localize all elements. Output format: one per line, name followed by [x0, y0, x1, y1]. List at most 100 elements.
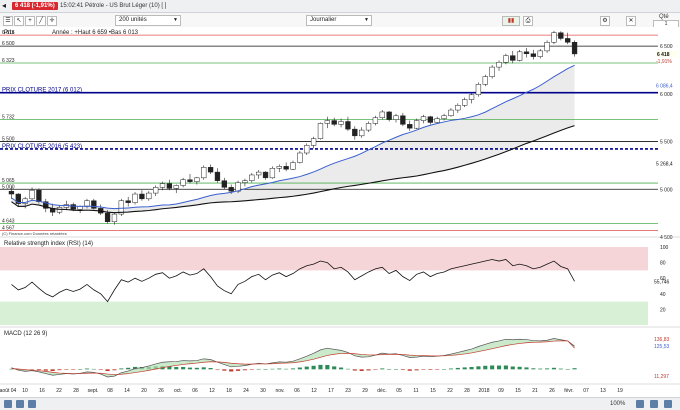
candle: [146, 192, 152, 200]
candle: [571, 42, 578, 55]
macd-histogram-bar: [91, 368, 96, 370]
zoom-out-icon[interactable]: [636, 400, 644, 408]
candle: [214, 171, 221, 181]
fullscreen-icon[interactable]: [650, 400, 658, 408]
macd-histogram-bar: [414, 369, 419, 371]
candle: [448, 109, 454, 117]
chevron-down-icon: ▼: [173, 17, 178, 23]
macd-histogram-bar: [469, 367, 474, 370]
macd-histogram-bar: [490, 365, 495, 370]
price-badge: 6 418 (-1,91%): [12, 2, 58, 10]
zoom-in-icon[interactable]: [28, 400, 36, 408]
price-panel[interactable]: Prix Année : +Haut 6 659 •Bas 6 013(C) Fi…: [0, 27, 680, 241]
close-icon[interactable]: ✕: [626, 16, 636, 26]
x-tick-label: févr.: [564, 388, 573, 394]
units-select[interactable]: 200 unités ▼: [115, 15, 181, 26]
candle: [159, 183, 166, 188]
x-tick-label: 14: [124, 388, 130, 394]
x-tick-label: 15: [515, 388, 521, 394]
period-select[interactable]: Journalier ▼: [306, 15, 372, 26]
candle: [462, 99, 468, 106]
app-window: ◂ 6 418 (-1,91%) 15:02:41 Pétrole - US B…: [0, 0, 680, 410]
candle: [173, 185, 179, 189]
candle: [194, 177, 200, 182]
x-tick-label: 20: [141, 388, 147, 394]
candle: [420, 116, 427, 121]
menu-icon[interactable]: ☰: [3, 16, 13, 26]
candle: [365, 123, 372, 131]
x-tick-label: déc.: [377, 388, 386, 394]
macd-histogram-bar: [98, 369, 103, 370]
macd-histogram-bar: [249, 369, 254, 370]
candle: [228, 187, 234, 192]
candle: [242, 180, 248, 183]
macd-histogram-bar: [565, 369, 570, 370]
candle: [352, 128, 358, 137]
level-label: 5 000: [2, 184, 15, 190]
candle: [407, 124, 413, 129]
x-tick-label: 06: [294, 388, 300, 394]
macd-histogram-bar: [510, 366, 515, 370]
x-tick-label: 06: [192, 388, 198, 394]
macd-last-label: 136,83: [654, 337, 670, 343]
units-select-value: 200 unités: [119, 17, 147, 23]
x-tick-label: 22: [447, 388, 453, 394]
x-tick-label: 17: [328, 388, 334, 394]
macd-histogram-bar: [119, 368, 124, 370]
x-tick-label: 16: [39, 388, 45, 394]
macd-histogram-bar: [400, 369, 405, 370]
chart-area[interactable]: Prix Année : +Haut 6 659 •Bas 6 013(C) Fi…: [0, 27, 680, 397]
chevron-down-icon: ▼: [364, 17, 369, 23]
rsi-overbought-zone: [0, 247, 648, 271]
macd-signal-last-label: 125,53: [654, 344, 670, 350]
x-tick-label: 28: [73, 388, 79, 394]
x-tick-label: 2018: [478, 388, 489, 394]
chart-toolbar: ☰ ↖ + ╱ ✛ 200 unités ▼ Journalier ▼ ▮▮ ⎙…: [0, 13, 680, 28]
macd-histogram-bar: [359, 369, 364, 371]
x-tick-label: 07: [583, 388, 589, 394]
candle: [317, 123, 324, 139]
print-icon[interactable]: ⎙: [523, 16, 533, 26]
rsi-ytick-label: 100: [660, 245, 669, 251]
scroll-left-icon[interactable]: [4, 400, 12, 408]
x-tick-label: 21: [532, 388, 538, 394]
macd-histogram-bar: [105, 369, 110, 372]
period-select-value: Journalier: [310, 17, 337, 23]
macd-histogram-bar: [442, 369, 447, 370]
last-change-label: -1,91%: [656, 59, 672, 65]
level-label: 6 615: [2, 30, 15, 36]
macd-histogram-bar: [222, 369, 227, 371]
macd-histogram-bar: [393, 369, 399, 370]
candle: [496, 62, 502, 68]
macd-histogram-bar: [242, 369, 247, 371]
x-tick-label: 28: [464, 388, 470, 394]
x-tick-label: 12: [311, 388, 317, 394]
macd-histogram-bar: [174, 367, 179, 370]
macd-histogram-bar: [380, 368, 385, 370]
candle: [482, 76, 488, 85]
candle: [523, 51, 530, 54]
candles-icon[interactable]: ▮▮: [502, 16, 520, 26]
price-ytick-label: 6 000: [660, 92, 673, 98]
level-label: PRIX CLOTURE 2016 (5 423): [2, 144, 82, 150]
candle: [427, 116, 434, 123]
gear-icon[interactable]: ⚙: [600, 16, 610, 26]
level-label: 5 732: [2, 114, 15, 120]
macd-histogram-bar: [345, 368, 350, 370]
candle: [269, 168, 276, 179]
cursor-icon[interactable]: ↖: [14, 16, 24, 26]
back-icon[interactable]: ◂: [2, 1, 6, 10]
line-tool-icon[interactable]: ╱: [36, 16, 46, 26]
macd-histogram-bar: [551, 367, 557, 370]
candle: [510, 55, 516, 61]
candle: [530, 53, 537, 57]
crosshair-icon[interactable]: ✛: [47, 16, 57, 26]
macd-histogram-bar: [503, 365, 508, 370]
candle: [324, 120, 330, 124]
zoom-reset-icon[interactable]: [664, 400, 672, 408]
candle: [393, 115, 399, 120]
plus-icon[interactable]: +: [25, 16, 35, 26]
macd-histogram-bar: [181, 367, 186, 370]
level-label: 6 323: [2, 58, 15, 64]
scroll-right-icon[interactable]: [16, 400, 24, 408]
